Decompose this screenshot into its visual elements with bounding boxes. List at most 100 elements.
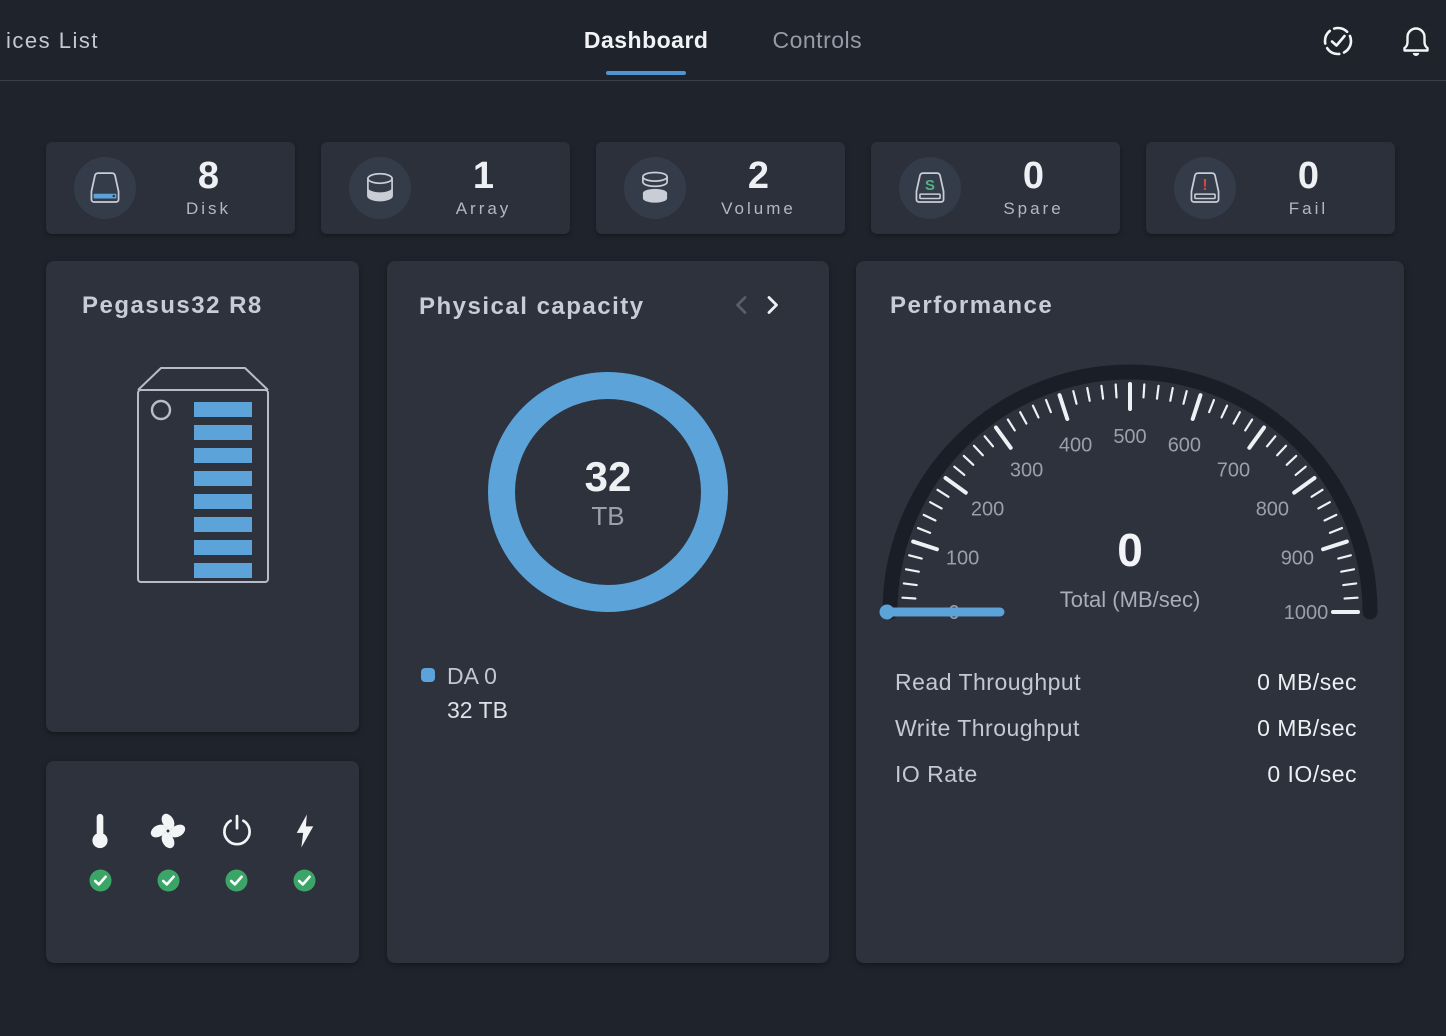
io-rate-label: IO Rate xyxy=(895,761,978,788)
gauge-minor-tick xyxy=(1245,419,1252,430)
performance-title: Performance xyxy=(856,261,1404,320)
physical-capacity-panel: Physical capacity 32 TB xyxy=(387,261,829,963)
temperature-ok-check-icon xyxy=(89,869,112,897)
gauge-tick-label: 600 xyxy=(1168,435,1201,457)
gauge-tick-label: 200 xyxy=(971,499,1004,521)
svg-text:!: ! xyxy=(1202,177,1207,194)
gauge-tick-label: 400 xyxy=(1059,435,1092,457)
gauge-minor-tick xyxy=(1318,502,1329,508)
svg-text:S: S xyxy=(925,178,935,194)
status-temperature xyxy=(66,813,134,897)
device-panel: Pegasus32 R8 xyxy=(46,261,359,732)
gauge-minor-tick xyxy=(954,467,964,475)
hardware-status-panel xyxy=(46,761,359,963)
gauge-minor-tick xyxy=(1008,419,1015,430)
capacity-title: Physical capacity xyxy=(419,293,735,321)
tab-controls[interactable]: Controls xyxy=(768,0,866,81)
device-illustration xyxy=(128,360,278,588)
gauge-minor-tick xyxy=(1087,388,1089,401)
performance-panel: Performance 0100200300400500600700800900… xyxy=(856,261,1404,963)
stat-card-spare[interactable]: S 0 Spare xyxy=(871,142,1120,234)
array-cylinder-icon xyxy=(349,157,411,219)
disk-icon xyxy=(74,157,136,219)
status-fan xyxy=(134,813,202,897)
gauge-minor-tick xyxy=(1325,515,1337,521)
gauge-minor-tick xyxy=(1287,456,1296,465)
array-label: Array xyxy=(411,199,556,219)
gauge-tick-label: 500 xyxy=(1113,426,1146,448)
gauge-minor-tick xyxy=(1170,388,1172,401)
gauge-minor-tick xyxy=(1222,406,1228,418)
stat-card-disk[interactable]: 8 Disk xyxy=(46,142,295,234)
power-icon xyxy=(219,813,255,849)
volume-stack-icon xyxy=(624,157,686,219)
gauge-minor-tick xyxy=(985,436,993,446)
gauge-major-tick xyxy=(1193,395,1201,419)
stat-card-fail[interactable]: ! 0 Fail xyxy=(1146,142,1395,234)
io-rate-row: IO Rate 0 IO/sec xyxy=(895,751,1357,797)
gauge-minor-tick xyxy=(904,583,917,585)
gauge-minor-tick xyxy=(1101,386,1103,399)
capacity-total-unit: TB xyxy=(591,503,624,529)
spare-count: 0 xyxy=(961,157,1106,197)
gauge-tick-label: 300 xyxy=(1010,460,1043,482)
gauge-tick-label: 800 xyxy=(1256,499,1289,521)
gauge-minor-tick xyxy=(1277,446,1286,455)
fail-count: 0 xyxy=(1236,157,1381,197)
gauge-minor-tick xyxy=(930,502,941,508)
thermometer-icon xyxy=(88,813,112,849)
throughput-readouts: Read Throughput 0 MB/sec Write Throughpu… xyxy=(895,659,1357,797)
gauge-minor-tick xyxy=(1116,384,1117,397)
chevron-right-icon[interactable] xyxy=(767,295,779,320)
stat-card-array[interactable]: 1 Array xyxy=(321,142,570,234)
gauge-minor-tick xyxy=(1073,391,1076,404)
fan-ok-check-icon xyxy=(157,869,180,897)
gauge-minor-tick xyxy=(1234,412,1240,423)
write-throughput-row: Write Throughput 0 MB/sec xyxy=(895,705,1357,751)
gauge-major-tick xyxy=(1249,428,1264,448)
stat-card-volume[interactable]: 2 Volume xyxy=(596,142,845,234)
background-activity-icon[interactable] xyxy=(1321,24,1355,58)
device-title: Pegasus32 R8 xyxy=(46,261,359,320)
capacity-legend-item: DA 0 32 TB xyxy=(421,659,508,727)
gauge-minor-tick xyxy=(1020,412,1026,423)
fail-drive-icon: ! xyxy=(1174,157,1236,219)
legend-value: 32 TB xyxy=(447,693,508,727)
capacity-donut-chart: 32 TB xyxy=(488,372,728,612)
chevron-left-icon[interactable] xyxy=(735,295,747,320)
app-root: ices List Dashboard Controls xyxy=(0,0,1446,1036)
active-tab-indicator xyxy=(606,71,686,75)
gauge-minor-tick xyxy=(964,456,973,465)
gauge-minor-tick xyxy=(1267,436,1275,446)
status-voltage xyxy=(271,813,339,897)
gauge-major-tick xyxy=(996,428,1011,448)
gauge-minor-tick xyxy=(1046,400,1051,412)
volume-label: Volume xyxy=(686,199,831,219)
disk-count: 8 xyxy=(136,157,281,197)
tab-dashboard[interactable]: Dashboard xyxy=(580,0,713,81)
read-throughput-row: Read Throughput 0 MB/sec xyxy=(895,659,1357,705)
fail-label: Fail xyxy=(1236,199,1381,219)
gauge-minor-tick xyxy=(1033,406,1039,418)
gauge-minor-tick xyxy=(1144,384,1145,397)
gauge-unit-label: Total (MB/sec) xyxy=(856,589,1404,611)
gauge-minor-tick xyxy=(1209,400,1214,412)
io-rate-value: 0 IO/sec xyxy=(1267,761,1357,788)
gauge-tick-label: 700 xyxy=(1217,460,1250,482)
read-throughput-value: 0 MB/sec xyxy=(1257,669,1357,696)
power-ok-check-icon xyxy=(225,869,248,897)
voltage-ok-check-icon xyxy=(293,869,316,897)
disk-label: Disk xyxy=(136,199,281,219)
tab-controls-label: Controls xyxy=(772,27,862,54)
gauge-value: 0 xyxy=(856,527,1404,573)
array-count: 1 xyxy=(411,157,556,197)
notifications-bell-icon[interactable] xyxy=(1401,25,1431,57)
gauge-minor-tick xyxy=(1157,386,1159,399)
volume-count: 2 xyxy=(686,157,831,197)
gauge-major-tick xyxy=(946,478,966,493)
status-power xyxy=(203,813,271,897)
legend-name: DA 0 xyxy=(447,659,508,693)
gauge-minor-tick xyxy=(974,446,983,455)
gauge-major-tick xyxy=(1060,395,1068,419)
write-throughput-value: 0 MB/sec xyxy=(1257,715,1357,742)
